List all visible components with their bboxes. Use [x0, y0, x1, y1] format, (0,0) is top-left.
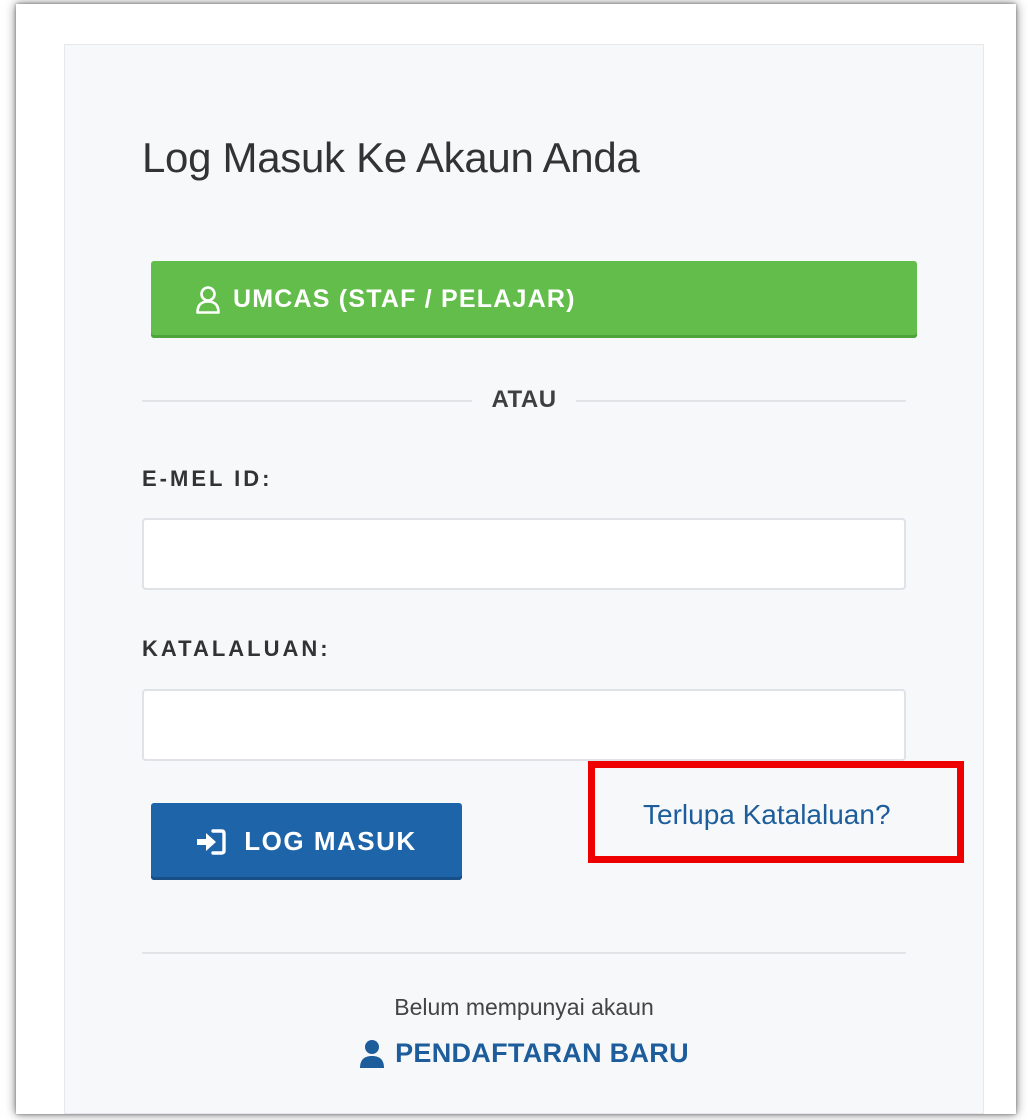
user-icon — [359, 1039, 385, 1069]
no-account-text: Belum mempunyai akaun — [394, 994, 654, 1020]
umcas-login-button[interactable]: UMCAS (STAF / PELAJAR) — [151, 261, 917, 338]
forgot-password-link[interactable]: Terlupa Katalaluan? — [643, 799, 891, 831]
login-button-label: LOG MASUK — [244, 826, 417, 856]
sign-in-icon — [196, 828, 226, 855]
umcas-login-button-label: UMCAS (STAF / PELAJAR) — [233, 285, 576, 313]
register-link[interactable]: PENDAFTARAN BARU — [142, 1038, 906, 1069]
divider-line-left — [142, 400, 472, 402]
login-button[interactable]: LOG MASUK — [151, 803, 462, 880]
register-link-label: PENDAFTARAN BARU — [395, 1038, 689, 1068]
or-divider-text: ATAU — [491, 386, 557, 413]
email-field[interactable] — [142, 518, 906, 590]
divider-line-right — [576, 400, 906, 402]
or-divider: ATAU — [142, 386, 906, 416]
user-outline-icon — [195, 285, 221, 315]
password-field[interactable] — [142, 689, 906, 761]
page-title: Log Masuk Ke Akaun Anda — [142, 134, 640, 181]
bottom-divider — [142, 952, 906, 954]
email-label: E-MEL ID: — [142, 466, 273, 491]
password-label: KATALALUAN: — [142, 636, 331, 661]
